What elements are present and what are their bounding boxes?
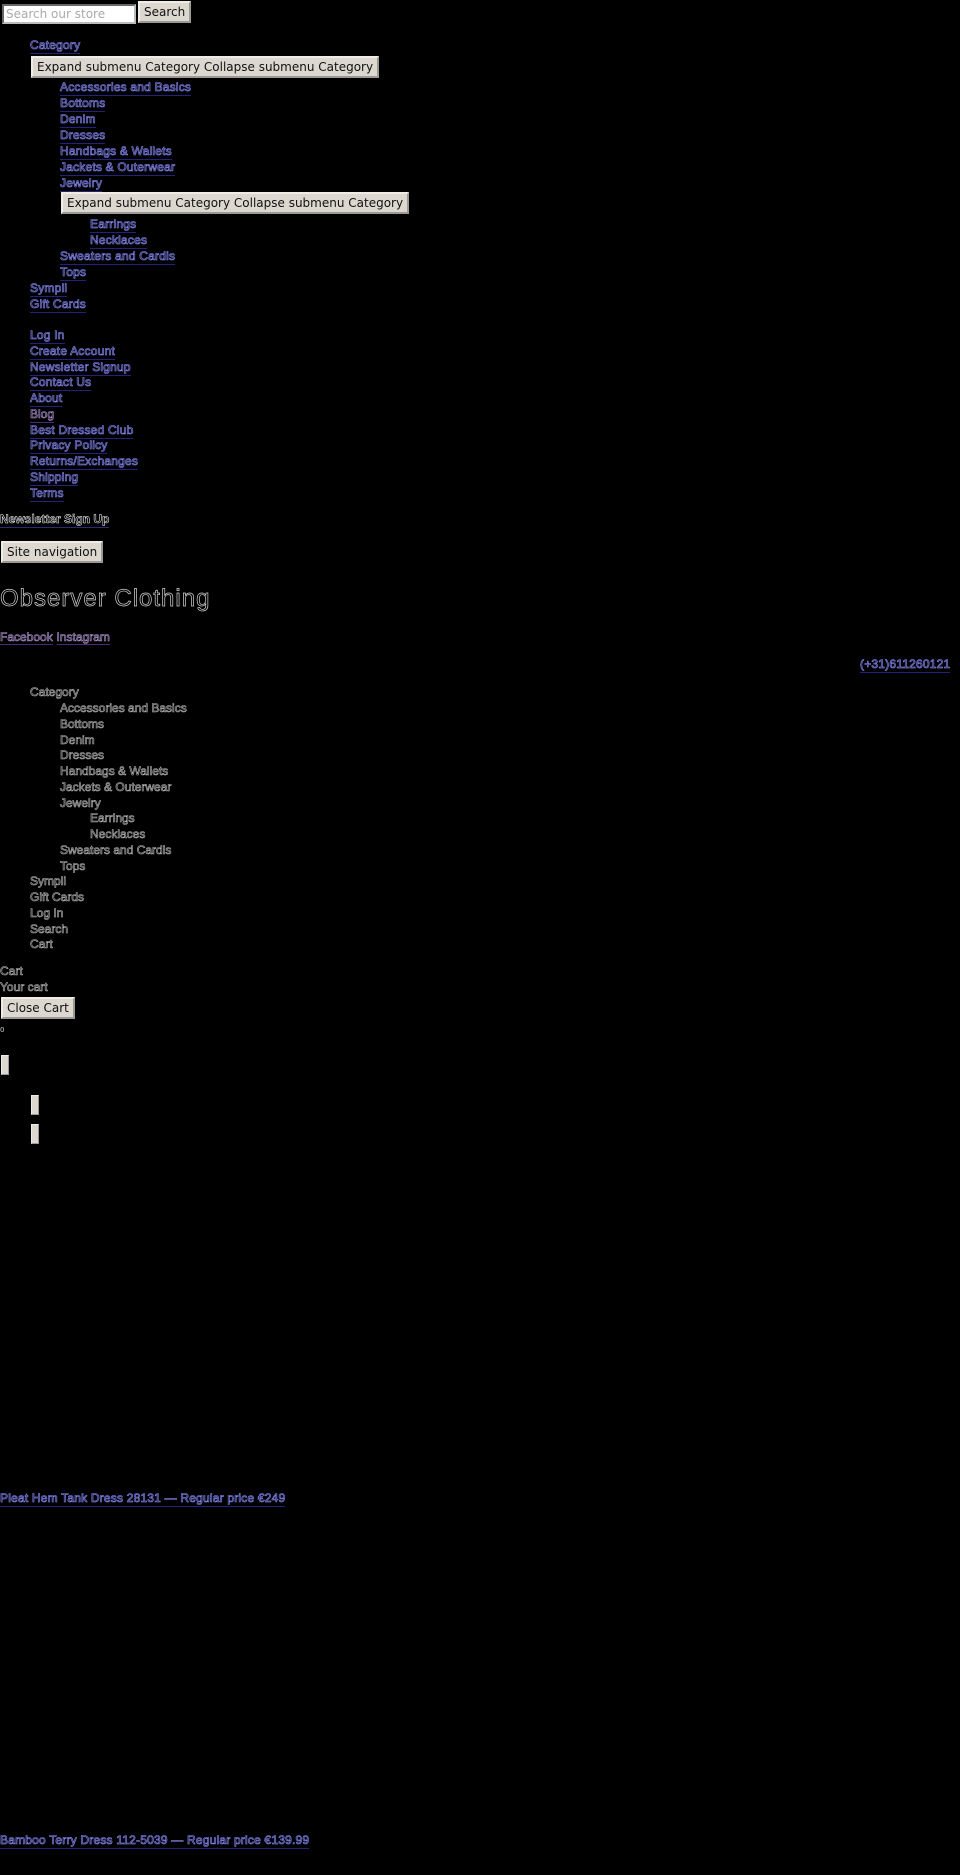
desktop-nav-subcategory[interactable]: Handbags & Wallets — [60, 764, 169, 779]
desktop-nav-jewelry-item[interactable]: Earrings — [90, 811, 135, 826]
facebook-link[interactable]: Facebook — [0, 630, 53, 645]
desktop-nav-subcategory[interactable]: Dresses — [60, 748, 105, 763]
shipping-link[interactable]: Shipping — [30, 470, 78, 486]
best-dressed-club-link[interactable]: Best Dressed Club — [30, 423, 134, 439]
product-price-label: Regular price — [180, 1491, 255, 1506]
cart-subtitle: Your cart — [0, 980, 48, 995]
mobile-nav-subcategory[interactable]: Accessories and Basics — [60, 80, 191, 96]
product-separator: — — [164, 1491, 177, 1506]
desktop-nav-subcategory[interactable]: Tops — [60, 859, 86, 874]
newsletter-sign-up-link[interactable]: Newsletter Sign Up — [0, 512, 110, 528]
product-name: Pleat Hem Tank Dress 28131 — [0, 1491, 162, 1506]
desktop-nav-subcategory[interactable]: Jackets & Outerwear — [60, 780, 172, 795]
desktop-nav-subcategory-jewelry[interactable]: Jewelry — [60, 796, 101, 811]
quantity-button[interactable] — [31, 1124, 39, 1144]
returns-exchanges-link[interactable]: Returns/Exchanges — [30, 454, 138, 470]
cart-title: Cart — [0, 964, 23, 979]
desktop-nav-subcategory[interactable]: Accessories and Basics — [60, 701, 187, 716]
desktop-nav-search[interactable]: Search — [30, 922, 69, 937]
product-link[interactable]: Bamboo Terry Dress 112-5039 — Regular pr… — [0, 1833, 309, 1849]
mobile-nav-subcategory-jewelry[interactable]: Jewelry — [60, 176, 102, 192]
search-button[interactable]: Search — [138, 1, 192, 23]
mobile-nav-sympli[interactable]: Sympli — [30, 281, 67, 297]
about-link[interactable]: About — [30, 391, 62, 407]
close-cart-button[interactable]: Close Cart — [1, 997, 75, 1019]
site-title[interactable]: Observer Clothing — [0, 585, 210, 613]
mobile-nav-subcategory[interactable]: Bottoms — [60, 96, 106, 112]
mobile-nav-subcategory[interactable]: Jackets & Outerwear — [60, 160, 175, 176]
search-input[interactable] — [2, 4, 136, 24]
blog-link[interactable]: Blog — [30, 407, 54, 423]
terms-link[interactable]: Terms — [30, 486, 64, 502]
desktop-nav-subcategory[interactable]: Denim — [60, 733, 95, 748]
product-separator: — — [171, 1833, 184, 1848]
expand-collapse-category-button[interactable]: Expand submenu Category Collapse submenu… — [31, 56, 380, 78]
quantity-button[interactable] — [31, 1095, 39, 1115]
mobile-nav-jewelry-item[interactable]: Necklaces — [90, 233, 147, 249]
desktop-nav-subcategory[interactable]: Bottoms — [60, 717, 105, 732]
cart-control-button[interactable] — [1, 1055, 9, 1075]
log-in-link[interactable]: Log In — [30, 328, 65, 344]
social-links: Facebook Instagram — [0, 630, 110, 645]
mobile-nav-subcategory[interactable]: Tops — [60, 265, 86, 281]
instagram-link[interactable]: Instagram — [56, 630, 110, 645]
mobile-nav-jewelry-item[interactable]: Earrings — [90, 217, 136, 233]
privacy-policy-link[interactable]: Privacy Policy — [30, 438, 108, 454]
desktop-nav-category[interactable]: Category — [30, 685, 79, 700]
mobile-nav-gift-cards[interactable]: Gift Cards — [30, 297, 86, 313]
desktop-nav-log-in[interactable]: Log In — [30, 906, 64, 921]
newsletter-signup-link[interactable]: Newsletter Signup — [30, 360, 131, 376]
mobile-nav-subcategory[interactable]: Denim — [60, 112, 96, 128]
site-navigation-button[interactable]: Site navigation — [1, 541, 104, 563]
mobile-nav-category[interactable]: Category — [30, 38, 80, 54]
create-account-link[interactable]: Create Account — [30, 344, 115, 360]
product-price-label: Regular price — [187, 1833, 261, 1848]
mobile-nav-subcategory[interactable]: Dresses — [60, 128, 106, 144]
desktop-nav-cart[interactable]: Cart — [30, 937, 53, 952]
mobile-nav-subcategory[interactable]: Handbags & Wallets — [60, 144, 172, 160]
product-link[interactable]: Pleat Hem Tank Dress 28131 — Regular pri… — [0, 1491, 285, 1507]
desktop-nav-subcategory[interactable]: Sweaters and Cardis — [60, 843, 172, 858]
desktop-nav-jewelry-item[interactable]: Necklaces — [90, 827, 146, 842]
cart-count: 0 — [0, 1026, 5, 1034]
product-price: €139.99 — [264, 1833, 310, 1848]
phone-link[interactable]: (+31)611260121 — [860, 657, 950, 673]
desktop-nav-gift-cards[interactable]: Gift Cards — [30, 890, 85, 905]
desktop-nav-sympli[interactable]: Sympli — [30, 874, 67, 889]
product-price: €249 — [257, 1491, 286, 1506]
contact-us-link[interactable]: Contact Us — [30, 375, 91, 391]
expand-collapse-jewelry-button[interactable]: Expand submenu Category Collapse submenu… — [61, 192, 410, 214]
mobile-nav-subcategory[interactable]: Sweaters and Cardis — [60, 249, 175, 265]
product-name: Bamboo Terry Dress 112-5039 — [0, 1833, 168, 1848]
